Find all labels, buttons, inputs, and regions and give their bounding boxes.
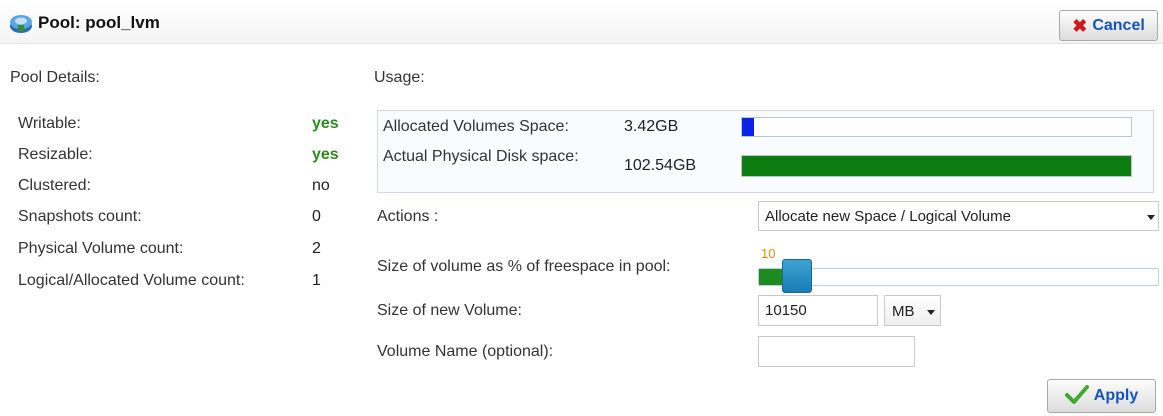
cancel-button-label: Cancel	[1092, 16, 1145, 34]
apply-button-label: Apply	[1093, 387, 1139, 404]
physical-space-value: 102.54GB	[624, 157, 697, 174]
apply-button[interactable]: Apply	[1047, 379, 1156, 413]
size-percent-label: Size of volume as % of freespace in pool…	[377, 258, 671, 275]
size-percent-slider-handle[interactable]	[782, 259, 812, 293]
size-unit-selected-value: MB	[892, 303, 915, 320]
logical-volume-count-label: Logical/Allocated Volume count:	[18, 272, 245, 289]
page-title: Pool: pool_lvm	[38, 13, 160, 32]
physical-space-bar-fill	[742, 156, 1131, 176]
actions-selected-value: Allocate new Space / Logical Volume	[765, 208, 1011, 225]
new-volume-size-label: Size of new Volume:	[377, 302, 522, 319]
close-x-icon: ✖	[1072, 15, 1088, 36]
physical-space-label: Actual Physical Disk space:	[383, 148, 579, 165]
writable-value: yes	[312, 115, 339, 132]
writable-label: Writable:	[18, 115, 81, 132]
chevron-down-icon	[1147, 215, 1155, 220]
volume-name-input[interactable]	[758, 336, 915, 367]
size-unit-select[interactable]: MB	[884, 295, 941, 326]
allocated-space-bar-fill	[742, 118, 754, 136]
physical-space-bar	[741, 155, 1132, 177]
clustered-label: Clustered:	[18, 177, 91, 194]
logical-volume-count-value: 1	[312, 272, 321, 289]
allocated-space-value: 3.42GB	[624, 118, 679, 135]
clustered-value: no	[312, 177, 330, 194]
pool-disk-icon	[8, 12, 34, 34]
actions-select[interactable]: Allocate new Space / Logical Volume	[758, 201, 1159, 231]
allocated-space-bar	[741, 117, 1132, 137]
new-volume-size-input[interactable]	[758, 295, 878, 326]
dialog-header: Pool: pool_lvm ✖ Cancel	[0, 0, 1163, 44]
chevron-down-icon	[927, 310, 935, 315]
allocated-space-label: Allocated Volumes Space:	[383, 118, 569, 135]
checkmark-icon	[1064, 384, 1089, 409]
snapshots-count-value: 0	[312, 208, 321, 225]
physical-volume-count-value: 2	[312, 240, 321, 257]
pool-details-heading: Pool Details:	[10, 69, 100, 86]
usage-heading: Usage:	[374, 69, 425, 86]
volume-name-label: Volume Name (optional):	[377, 343, 554, 360]
snapshots-count-label: Snapshots count:	[18, 208, 142, 225]
resizable-label: Resizable:	[18, 146, 93, 163]
resizable-value: yes	[312, 146, 339, 163]
size-percent-value: 10	[761, 246, 776, 261]
size-percent-slider-track[interactable]	[758, 268, 1159, 286]
actions-label: Actions :	[377, 208, 439, 225]
physical-volume-count-label: Physical Volume count:	[18, 240, 184, 257]
cancel-button[interactable]: ✖ Cancel	[1059, 10, 1158, 41]
